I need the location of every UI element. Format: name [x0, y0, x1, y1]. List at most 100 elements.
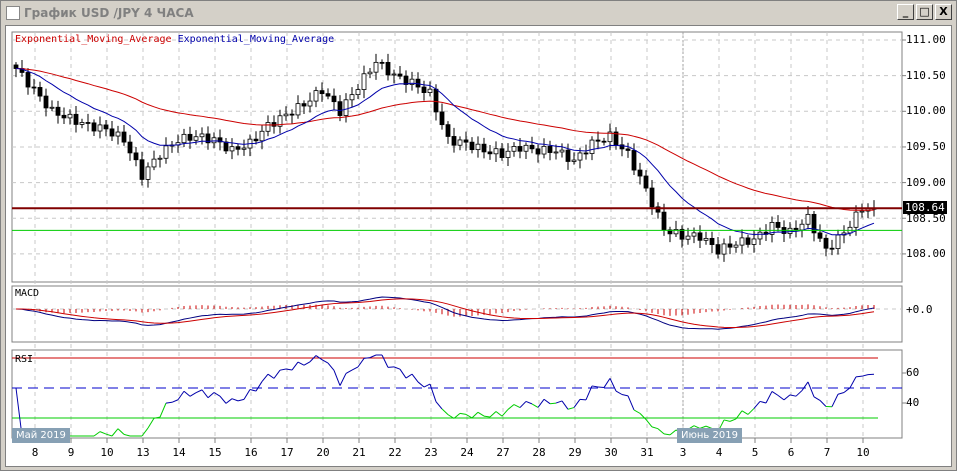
- date-tick: 23: [424, 446, 438, 459]
- candle-bull: [691, 232, 697, 237]
- date-tick: 29: [568, 446, 582, 459]
- price-tick: 110.00: [906, 104, 946, 117]
- candle-bear: [331, 95, 337, 103]
- candle-bear: [301, 103, 307, 107]
- candle-bull: [493, 148, 499, 155]
- candle-bull: [307, 100, 313, 107]
- candle-bull: [457, 139, 463, 146]
- candle-bear: [595, 139, 601, 142]
- candle-bear: [253, 138, 259, 142]
- candle-bear: [187, 133, 193, 141]
- candle-bear: [319, 90, 325, 95]
- candle-bear: [103, 124, 109, 130]
- candle-bull: [703, 237, 709, 241]
- date-tick: 4: [715, 446, 723, 459]
- candle-bull: [157, 157, 163, 160]
- candle-bear: [583, 152, 589, 155]
- candle-bear: [601, 140, 607, 143]
- date-tick: 17: [280, 446, 294, 459]
- candle-bull: [163, 145, 169, 159]
- date-tick: 9: [67, 446, 75, 459]
- candle-bull: [577, 152, 583, 161]
- rsi-tick: 60: [906, 366, 920, 379]
- chart-canvas[interactable]: [0, 0, 957, 471]
- price-tick: 108.00: [906, 247, 946, 260]
- candle-bull: [553, 151, 559, 154]
- candle-bear: [379, 61, 385, 64]
- candle-bull: [361, 73, 367, 90]
- rsi-label: RSI: [15, 354, 34, 365]
- candle-bear: [625, 148, 631, 151]
- candle-bull: [343, 99, 349, 116]
- candle-bull: [799, 223, 805, 231]
- ema-slow-legend: Exponential_Moving_Average: [15, 34, 172, 45]
- candle-bull: [787, 227, 793, 234]
- candle-bear: [793, 227, 799, 231]
- candle-bear: [661, 211, 667, 231]
- candle-bear: [397, 73, 403, 77]
- candle-bull: [181, 133, 187, 144]
- candle-bear: [487, 151, 493, 155]
- candle-bull: [373, 61, 379, 73]
- date-tick: 27: [496, 446, 510, 459]
- candle-bear: [91, 122, 97, 132]
- indicator-legend: Exponential_Moving_Average Exponential_M…: [15, 34, 334, 45]
- candle-bull: [151, 158, 157, 168]
- date-tick: 5: [751, 446, 759, 459]
- candle-bull: [241, 147, 247, 150]
- candle-bear: [451, 136, 457, 146]
- candle-bear: [133, 152, 139, 161]
- candle-bull: [265, 122, 271, 132]
- date-tick: 16: [244, 446, 258, 459]
- candle-bull: [355, 89, 361, 96]
- candle-bear: [679, 229, 685, 240]
- ema-fast-legend: Exponential_Moving_Average: [177, 34, 335, 45]
- candle-bull: [559, 149, 565, 153]
- candle-bear: [121, 131, 127, 143]
- date-tick: 7: [823, 446, 831, 459]
- candle-bull: [49, 106, 55, 109]
- candle-bear: [385, 61, 391, 76]
- price-tick: 110.50: [906, 69, 946, 82]
- candle-bull: [283, 113, 289, 117]
- candle-bear: [127, 141, 133, 154]
- candle-bear: [481, 143, 487, 153]
- candle-bear: [565, 149, 571, 162]
- candle-bull: [475, 143, 481, 151]
- candle-bear: [337, 101, 343, 116]
- panel-frame: [11, 349, 903, 439]
- candle-bear: [829, 247, 835, 250]
- candle-bull: [685, 235, 691, 240]
- candle-bear: [109, 128, 115, 137]
- candle-bear: [25, 72, 31, 88]
- candle-bear: [43, 95, 49, 109]
- date-tick: 24: [460, 446, 474, 459]
- candle-bear: [61, 114, 67, 119]
- candle-bull: [67, 113, 73, 119]
- candle-bear: [529, 144, 535, 150]
- candle-bear: [517, 146, 523, 152]
- candle-bear: [55, 106, 61, 116]
- candle-bear: [709, 237, 715, 245]
- candle-bull: [211, 137, 217, 144]
- candle-bear: [547, 145, 553, 153]
- price-tick: 109.50: [906, 140, 946, 153]
- candle-bull: [259, 130, 265, 142]
- price-tick: 109.00: [906, 176, 946, 189]
- candle-bull: [859, 210, 865, 213]
- date-tick: 31: [640, 446, 654, 459]
- price-tick: 111.00: [906, 33, 946, 46]
- candle-bear: [73, 113, 79, 125]
- candle-bull: [511, 146, 517, 152]
- candle-bull: [79, 122, 85, 125]
- rsi-tick: 40: [906, 396, 920, 409]
- candle-bear: [139, 159, 145, 180]
- date-tick: 13: [136, 446, 150, 459]
- candle-bear: [637, 169, 643, 177]
- rsi-line-segment: [855, 375, 863, 378]
- candle-bear: [421, 86, 427, 93]
- candle-bear: [631, 150, 637, 171]
- candle-bull: [541, 145, 547, 155]
- candle-bull: [97, 124, 103, 132]
- month-label-may: Май 2019: [12, 428, 70, 443]
